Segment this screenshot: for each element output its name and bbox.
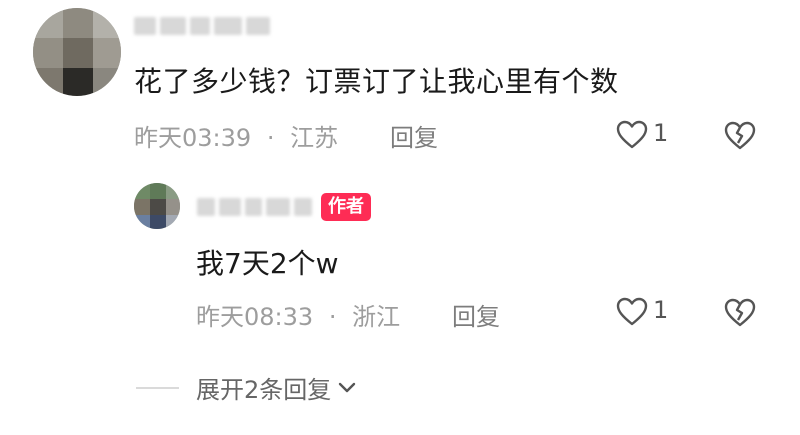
reply-author-name-redacted[interactable] — [197, 194, 312, 220]
broken-heart-icon[interactable] — [724, 121, 756, 151]
commenter-name-redacted[interactable] — [134, 12, 279, 40]
comment-time: 昨天03:39 — [134, 124, 252, 152]
reply-meta: 昨天08:33 · 浙江 — [196, 297, 400, 332]
comment-like-count: 1 — [653, 119, 669, 147]
heart-icon[interactable] — [616, 120, 648, 150]
author-badge: 作者 — [321, 193, 371, 221]
comment-text: 花了多少钱？订票订了让我心里有个数 — [134, 65, 619, 98]
reply-like-count: 1 — [653, 296, 669, 324]
meta-separator: · — [328, 303, 337, 331]
reply-time: 昨天08:33 — [196, 303, 314, 331]
chevron-down-icon — [337, 381, 357, 395]
comment-reply-button[interactable]: 回复 — [390, 118, 438, 153]
meta-separator: · — [266, 124, 275, 152]
heart-icon[interactable] — [616, 297, 648, 327]
broken-heart-icon[interactable] — [724, 298, 756, 328]
reply-author-avatar[interactable] — [134, 183, 180, 229]
reply-reply-button[interactable]: 回复 — [452, 297, 500, 332]
reply-location: 浙江 — [352, 303, 401, 331]
expand-replies-button[interactable]: 展开2条回复 — [196, 370, 357, 405]
reply-text: 我7天2个w — [196, 247, 339, 280]
commenter-avatar[interactable] — [33, 8, 121, 96]
expand-divider — [136, 387, 179, 389]
comment-location: 江苏 — [290, 124, 339, 152]
comment-meta: 昨天03:39 · 江苏 — [134, 118, 338, 153]
expand-replies-label: 展开2条回复 — [196, 376, 332, 404]
